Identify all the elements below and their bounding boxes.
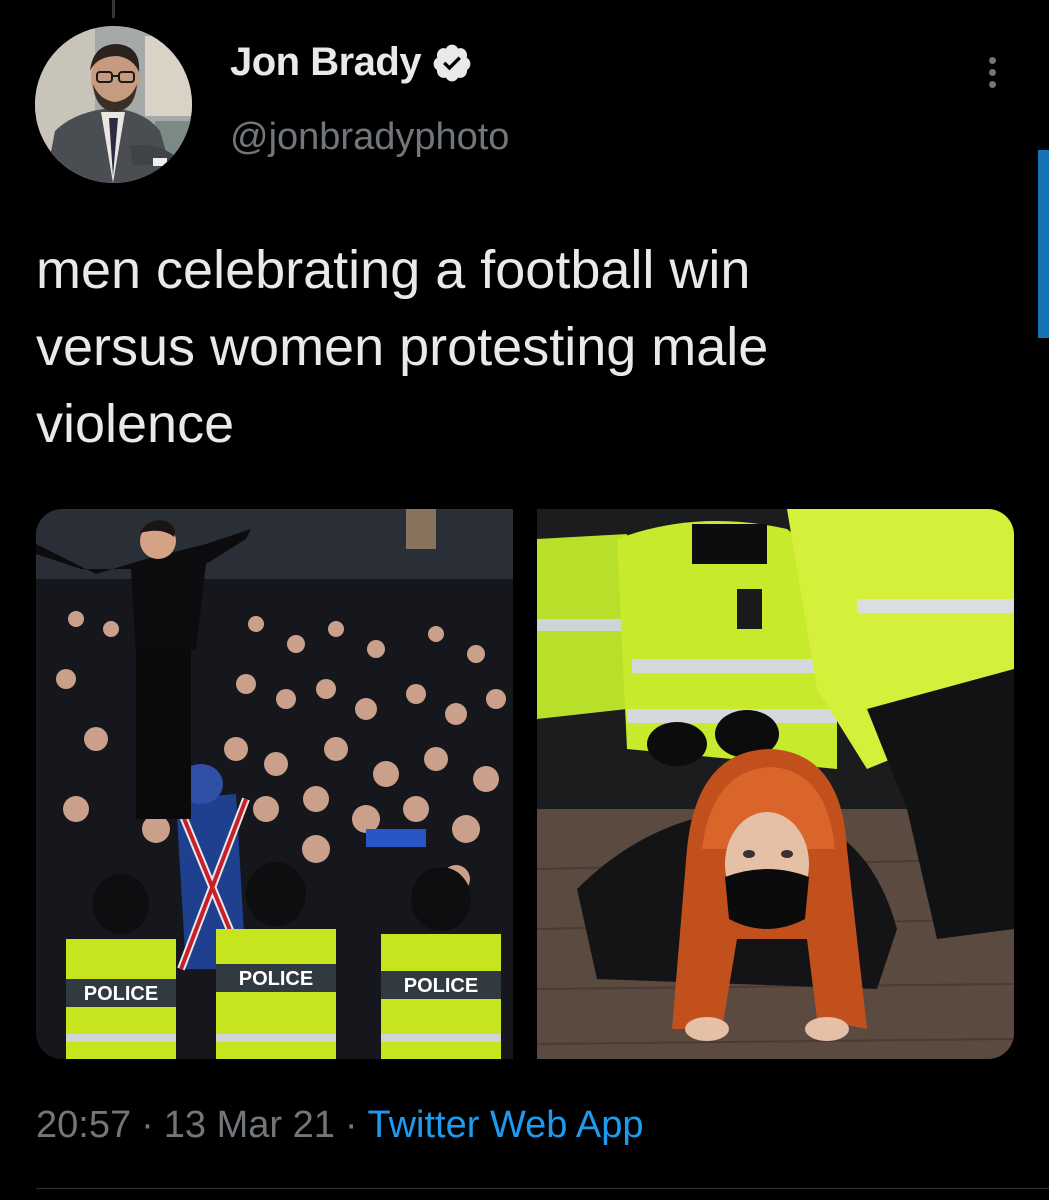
author-name-row[interactable]: Jon Brady [230, 40, 473, 85]
vest-label: POLICE [84, 983, 158, 1005]
tweet-meta: 20:57 · 13 Mar 21 · Twitter Web App [36, 1104, 643, 1147]
scrollbar-thumb[interactable] [1038, 150, 1049, 338]
meta-separator: · [344, 1104, 358, 1146]
more-dot [988, 56, 996, 64]
tweet-date[interactable]: 13 Mar 21 [164, 1104, 335, 1147]
tweet-text: men celebrating a football win versus wo… [36, 240, 769, 454]
verified-badge-icon [433, 44, 471, 81]
vest-label: POLICE [239, 968, 313, 990]
crowd-photo[interactable]: POLICE POLICE POLICE [36, 509, 513, 1059]
more-options-icon[interactable] [975, 50, 1009, 94]
avatar[interactable] [35, 26, 192, 183]
media-grid: POLICE POLICE POLICE [36, 509, 1014, 1059]
more-dot [988, 80, 996, 88]
vest-label: POLICE [404, 975, 478, 997]
author-handle[interactable]: @jonbradyphoto [230, 116, 509, 159]
crowd-photo-image: POLICE POLICE POLICE [36, 509, 513, 1059]
meta-separator: · [141, 1104, 154, 1146]
arrest-photo[interactable] [537, 509, 1014, 1059]
tweet-time[interactable]: 20:57 [36, 1104, 131, 1147]
avatar-image [35, 26, 192, 183]
arrest-photo-image [537, 509, 1014, 1059]
divider [36, 1188, 1049, 1189]
display-name[interactable]: Jon Brady [230, 40, 422, 85]
tweet-source-link[interactable]: Twitter Web App [368, 1104, 644, 1147]
thread-connector [112, 0, 115, 18]
more-dot [988, 68, 996, 76]
